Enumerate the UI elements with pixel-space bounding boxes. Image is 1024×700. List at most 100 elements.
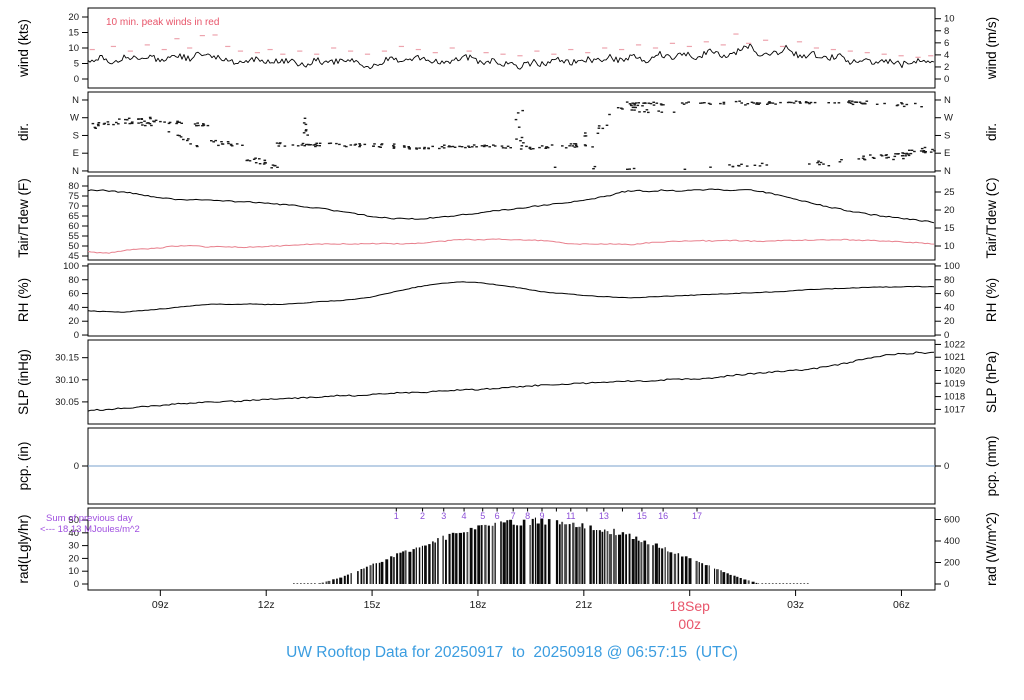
dir-dot: [358, 145, 361, 148]
rad-bar: [708, 565, 710, 584]
rad-bar: [555, 520, 559, 584]
dir-dot: [545, 146, 548, 148]
dir-dot: [358, 143, 361, 145]
rad-bar: [404, 550, 407, 584]
rad-bar: [332, 579, 335, 584]
dir-dot: [270, 167, 273, 169]
dir-dot: [125, 119, 129, 121]
rad-bar: [664, 547, 666, 584]
x-tick-label: 21z: [575, 599, 592, 611]
y-tick-label: 20: [68, 316, 79, 327]
dir-dot: [300, 144, 304, 146]
dir-dot: [798, 101, 801, 103]
y-tick-label: 60: [68, 289, 79, 300]
dir-dot: [885, 154, 888, 156]
dir-dot: [276, 166, 279, 168]
dir-dot: [516, 112, 520, 114]
rad-stub: [796, 583, 799, 584]
x-tick-label: 06z: [893, 599, 910, 611]
annotation-text: 10 min. peak winds in red: [106, 17, 219, 28]
y-tick-label: W: [944, 113, 953, 124]
annotation-text: Sum of previous day: [46, 513, 133, 524]
dir-dot: [106, 121, 110, 123]
rad-bar: [714, 568, 716, 584]
rad-bar: [480, 525, 483, 584]
dir-dot: [642, 102, 645, 104]
x-tick-label: 09z: [152, 599, 169, 611]
mj-sum-label: 16: [658, 511, 668, 521]
dir-dot: [308, 144, 311, 146]
dir-dot: [608, 113, 611, 116]
dir-dot: [178, 134, 181, 137]
dir-dot: [774, 103, 777, 105]
rad-bar: [575, 527, 578, 584]
rad-bar: [512, 524, 515, 584]
dir-dot: [335, 142, 338, 145]
dir-dot: [755, 103, 758, 105]
dir-dot: [485, 145, 489, 147]
rad-bar: [393, 557, 395, 584]
dir-dot: [652, 101, 655, 103]
dir-dot: [254, 157, 257, 159]
dir-dot: [212, 141, 215, 143]
dir-dot: [647, 111, 650, 114]
rad-bar: [346, 574, 349, 584]
y-tick-label: 10: [944, 14, 955, 25]
rad-bar: [529, 525, 531, 584]
rad-bar: [412, 549, 415, 584]
rad-bar: [652, 545, 654, 584]
rad-bar: [726, 573, 729, 584]
y-tick-label: 6: [944, 38, 949, 49]
y-tick-label: 65: [68, 211, 79, 222]
dir-dot: [909, 152, 913, 155]
panel-border: [87, 263, 936, 337]
rad-bar: [437, 538, 439, 584]
dir-dot: [790, 101, 793, 104]
rad-bar: [339, 577, 343, 584]
rad-bar: [677, 553, 680, 584]
dir-dot: [682, 103, 686, 105]
y-tick-label: 20: [944, 316, 955, 327]
dir-dot: [904, 155, 907, 157]
dir-dot: [118, 118, 121, 120]
rad-bar: [408, 551, 412, 584]
dir-dot: [148, 116, 152, 119]
rad-stub: [778, 583, 781, 584]
dir-dot: [206, 124, 210, 127]
rad-stub: [296, 583, 299, 584]
axis-title-right: SLP (hPa): [984, 351, 999, 413]
dir-dot: [227, 142, 230, 145]
rad-bar: [604, 529, 606, 584]
rad-bar: [609, 534, 613, 584]
dir-dot: [152, 120, 155, 122]
dir-dot: [515, 138, 518, 140]
dir-dot: [306, 134, 309, 136]
dir-dot: [827, 102, 830, 104]
dir-dot: [187, 138, 190, 140]
dir-dot: [229, 143, 233, 146]
dir-dot: [569, 143, 573, 145]
rad-stub: [782, 583, 785, 584]
y-tick-label: 2: [944, 62, 949, 73]
rad-stub: [799, 583, 802, 584]
axis-title-left: Tair/Tdew (F): [16, 178, 31, 258]
dir-dot: [893, 155, 897, 158]
y-tick-label: 0: [944, 579, 949, 590]
rad-stub: [314, 583, 316, 584]
date-label: 18Sep: [669, 598, 710, 614]
dir-dot: [521, 109, 524, 112]
rad-stub: [803, 583, 806, 584]
rad-bar: [369, 565, 372, 584]
y-tick-label: 200: [944, 557, 960, 568]
dir-dot: [372, 145, 375, 147]
dir-dot: [740, 163, 743, 165]
axis-title-left: dir.: [16, 123, 31, 141]
dir-dot: [392, 143, 396, 145]
rad-stub: [789, 583, 792, 584]
dir-dot: [880, 155, 884, 157]
dir-dot: [837, 102, 841, 104]
dir-dot: [597, 127, 601, 129]
mj-sum-label: 13: [599, 511, 609, 521]
rad-bar: [462, 532, 465, 584]
y-tick-label: N: [72, 166, 79, 177]
